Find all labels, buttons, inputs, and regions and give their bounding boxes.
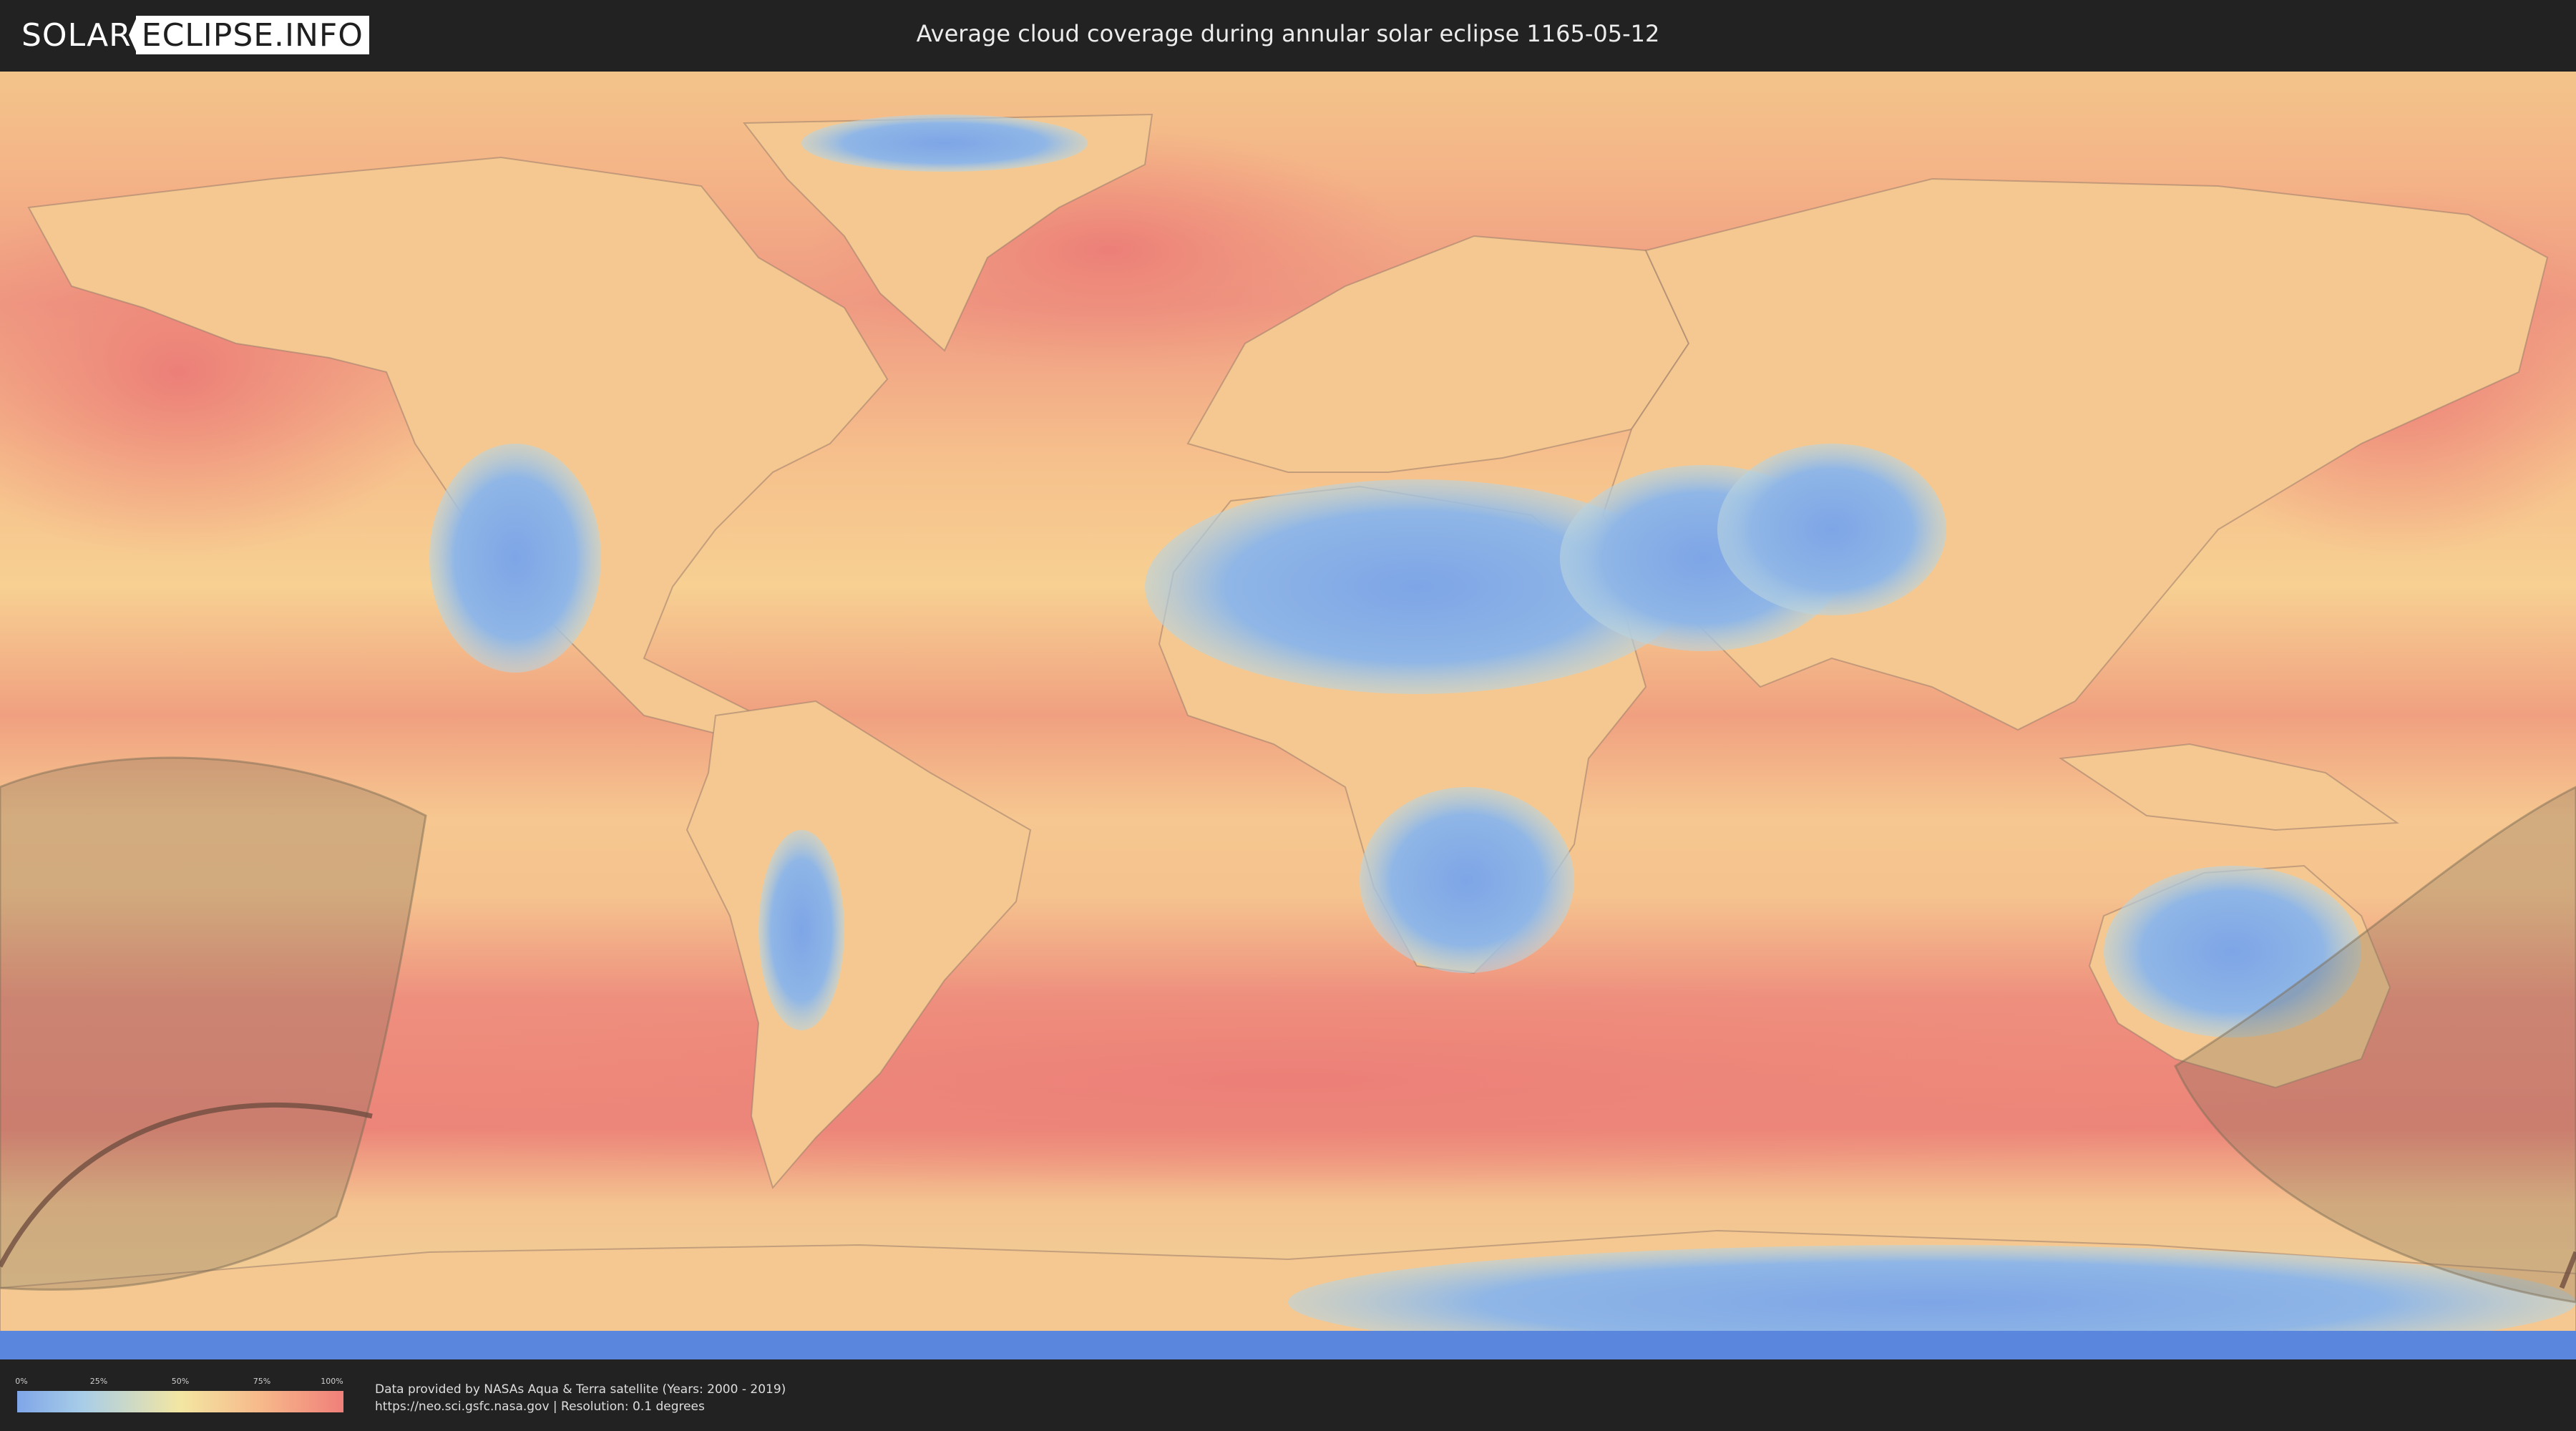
legend-tick-50: 50%: [171, 1377, 190, 1386]
page-title: Average cloud coverage during annular so…: [916, 20, 1660, 47]
page: SOLAR ECLIPSE.INFO Average cloud coverag…: [0, 0, 2576, 1431]
cloud-coverage-map: [0, 72, 2576, 1359]
data-credits: Data provided by NASAs Aqua & Terra sate…: [375, 1381, 786, 1415]
cloud-coverage-legend: 0% 25% 50% 75% 100%: [15, 1377, 343, 1414]
credits-line-1: Data provided by NASAs Aqua & Terra sate…: [375, 1382, 786, 1397]
legend-tick-25: 25%: [89, 1377, 108, 1386]
us-southwest-clear: [429, 444, 601, 673]
atacama-clear: [758, 830, 844, 1030]
greenland-clear: [801, 114, 1088, 172]
header-bar: SOLAR ECLIPSE.INFO Average cloud coverag…: [0, 0, 2576, 72]
legend-color-bar: [17, 1391, 343, 1412]
legend-tick-75: 75%: [253, 1377, 271, 1386]
central-asia-clear: [1717, 444, 1946, 615]
world-map-svg: [0, 72, 2576, 1359]
legend-tick-0: 0%: [15, 1377, 28, 1386]
polar-edge-band: [0, 1331, 2576, 1359]
credits-line-2: https://neo.sci.gsfc.nasa.gov | Resoluti…: [375, 1400, 705, 1414]
southern-ocean-cloud-zone: [215, 973, 2361, 1188]
footer-bar: 0% 25% 50% 75% 100% Data provided by NAS…: [0, 1359, 2576, 1431]
legend-tick-100: 100%: [321, 1377, 343, 1386]
southern-africa-clear: [1360, 787, 1574, 973]
legend-ticks: 0% 25% 50% 75% 100%: [15, 1377, 343, 1387]
